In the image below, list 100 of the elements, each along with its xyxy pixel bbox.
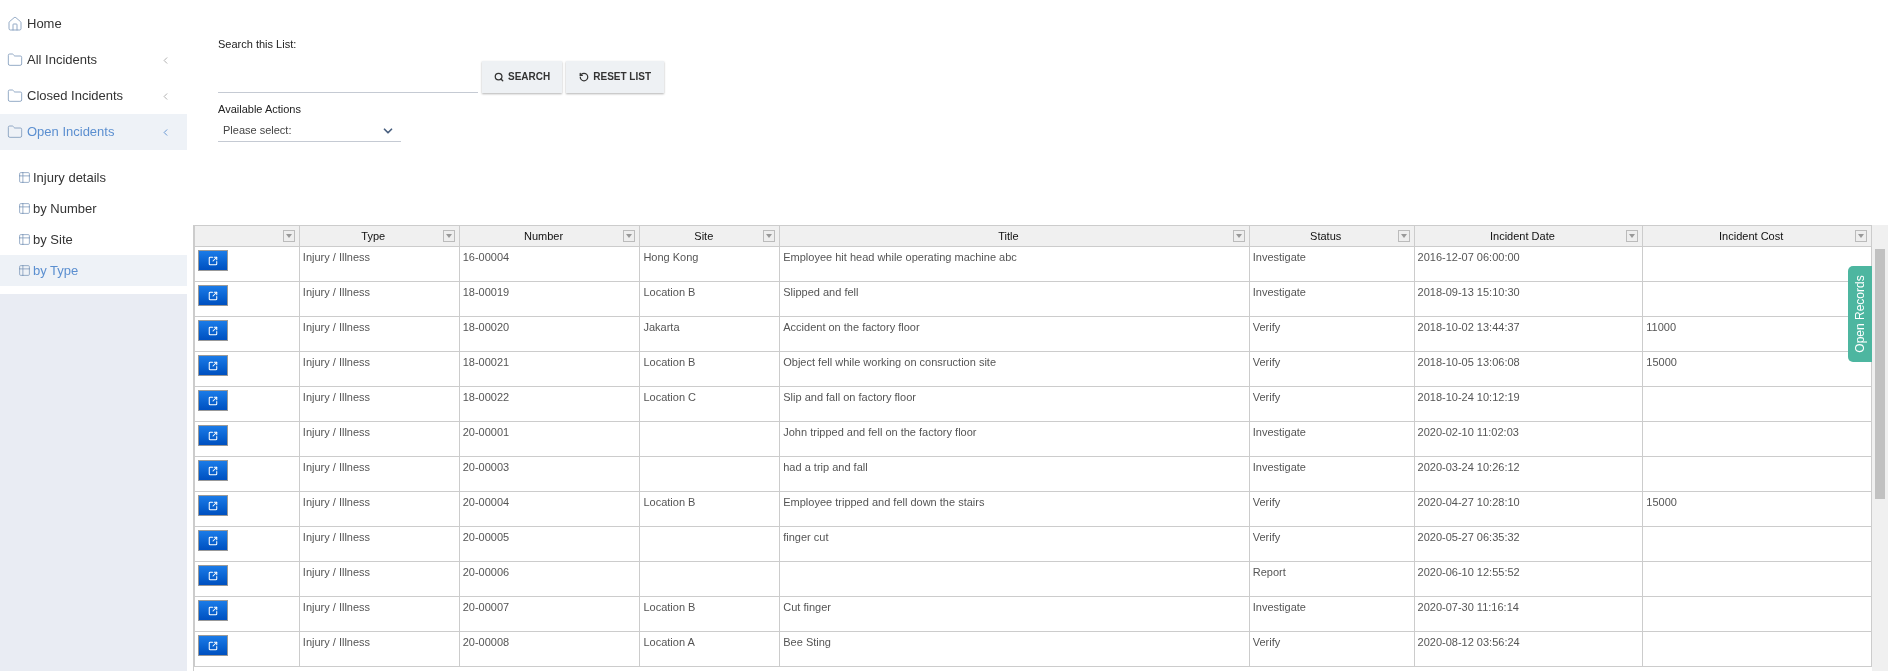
table-cell: Investigate <box>1252 426 1306 438</box>
table-cell: 2020-03-24 10:26:12 <box>1417 461 1520 473</box>
table-icon <box>18 264 31 277</box>
table-icon <box>18 202 31 215</box>
table-cell: Injury / Illness <box>302 356 371 368</box>
folder-icon <box>7 52 23 68</box>
column-header[interactable]: Site <box>639 225 780 247</box>
open-record-button[interactable] <box>198 460 228 481</box>
open-record-button[interactable] <box>198 565 228 586</box>
search-icon <box>494 71 504 82</box>
open-record-button[interactable] <box>198 600 228 621</box>
table-cell: Injury / Illness <box>302 426 371 438</box>
table-cell: Injury / Illness <box>302 601 371 613</box>
table-cell: Jakarta <box>643 321 680 333</box>
table-cell: had a trip and fall <box>783 461 868 473</box>
table-cell: 20-00007 <box>462 601 510 613</box>
table-cell: Injury / Illness <box>302 496 371 508</box>
table-cell: Cut finger <box>783 601 831 613</box>
table-icon <box>18 233 31 246</box>
table-cell: Injury / Illness <box>302 321 371 333</box>
table-cell: Verify <box>1252 636 1281 648</box>
table-cell: 2018-10-24 10:12:19 <box>1417 391 1520 403</box>
column-header[interactable]: Title <box>779 225 1250 247</box>
table-cell: 20-00005 <box>462 531 510 543</box>
column-header[interactable]: Incident Date <box>1414 225 1643 247</box>
sidebar-subitem[interactable]: Injury details <box>0 162 187 193</box>
sidebar-item[interactable]: Closed Incidents <box>0 78 187 114</box>
table-cell: 15000 <box>1646 356 1677 368</box>
table-cell: 20-00004 <box>462 496 510 508</box>
open-record-button[interactable] <box>198 320 228 341</box>
table-cell: Investigate <box>1252 286 1306 298</box>
table-cell: 20-00006 <box>462 566 510 578</box>
column-header[interactable]: Incident Cost <box>1642 225 1872 247</box>
open-record-button[interactable] <box>198 425 228 446</box>
table-icon <box>18 171 31 184</box>
sidebar-subitem[interactable]: by Number <box>0 193 187 224</box>
table-cell: 2018-09-13 15:10:30 <box>1417 286 1520 298</box>
open-record-button[interactable] <box>198 390 228 411</box>
table-cell: Location B <box>643 286 696 298</box>
table-cell: 18-00020 <box>462 321 510 333</box>
column-header[interactable]: Status <box>1249 225 1415 247</box>
table-cell: Hong Kong <box>643 251 699 263</box>
open-record-button[interactable] <box>198 635 228 656</box>
table-cell: 20-00001 <box>462 426 510 438</box>
table-cell: 18-00021 <box>462 356 510 368</box>
table-cell: Injury / Illness <box>302 251 371 263</box>
table-cell: 20-00003 <box>462 461 510 473</box>
column-header[interactable]: Number <box>459 225 640 247</box>
search-button[interactable]: SEARCH <box>482 60 563 93</box>
table-cell: Verify <box>1252 356 1281 368</box>
sidebar-item[interactable]: All Incidents <box>0 42 187 78</box>
external-link-icon <box>208 395 218 406</box>
table-cell: Location C <box>643 391 696 403</box>
external-link-icon <box>208 325 218 336</box>
table-cell: Injury / Illness <box>302 391 371 403</box>
table-cell: Investigate <box>1252 461 1306 473</box>
table-cell: Object fell while working on consruction site <box>783 356 996 368</box>
table-cell: Verify <box>1252 391 1281 403</box>
table-cell: Report <box>1252 566 1286 578</box>
table-cell: 2016-12-07 06:00:00 <box>1417 251 1520 263</box>
table-cell: 2018-10-02 13:44:37 <box>1417 321 1520 333</box>
search-label: Search this List: <box>218 37 298 52</box>
external-link-icon <box>208 465 218 476</box>
table-cell: Injury / Illness <box>302 636 371 648</box>
open-record-button[interactable] <box>198 530 228 551</box>
table-cell: 2020-06-10 12:55:52 <box>1417 566 1520 578</box>
reset-list-button[interactable]: RESET LIST <box>566 60 665 93</box>
open-record-button[interactable] <box>198 285 228 306</box>
table-cell: 2020-08-12 03:56:24 <box>1417 636 1520 648</box>
home-icon <box>7 16 23 32</box>
table-cell: 15000 <box>1646 496 1677 508</box>
table-cell: John tripped and fell on the factory floor <box>783 426 977 438</box>
table-cell: Investigate <box>1252 601 1306 613</box>
external-link-icon <box>208 535 218 546</box>
table-cell: Slip and fall on factory floor <box>783 391 916 403</box>
table-cell: 18-00019 <box>462 286 510 298</box>
scrollbar[interactable] <box>1872 225 1888 671</box>
actions-label: Available Actions <box>218 101 302 117</box>
table-cell: Injury / Illness <box>302 566 371 578</box>
table-cell: Bee Sting <box>783 636 831 648</box>
open-record-button[interactable] <box>198 495 228 516</box>
reset-icon[interactable] <box>579 71 590 82</box>
column-header[interactable]: Type <box>299 225 460 247</box>
table-cell: Location A <box>643 636 695 648</box>
sidebar-item[interactable]: Home <box>0 6 187 42</box>
open-record-button[interactable] <box>198 355 228 376</box>
table-cell: Investigate <box>1252 251 1306 263</box>
table-cell: finger cut <box>783 531 829 543</box>
table-cell: Verify <box>1252 531 1281 543</box>
sidebar-subitem[interactable]: by Site <box>0 224 187 255</box>
table-cell: 2020-04-27 10:28:10 <box>1417 496 1520 508</box>
external-link-icon <box>208 430 218 441</box>
open-record-button[interactable] <box>198 250 228 271</box>
actions-select[interactable]: Please select: <box>218 120 401 142</box>
table-cell: 2020-02-10 11:02:03 <box>1417 426 1519 438</box>
table-cell: 2018-10-05 13:06:08 <box>1417 356 1520 368</box>
table-cell: 11000 <box>1646 321 1677 333</box>
external-link-icon <box>208 290 218 301</box>
external-link-icon <box>208 640 218 651</box>
table-cell: 2020-07-30 11:16:14 <box>1417 601 1519 613</box>
